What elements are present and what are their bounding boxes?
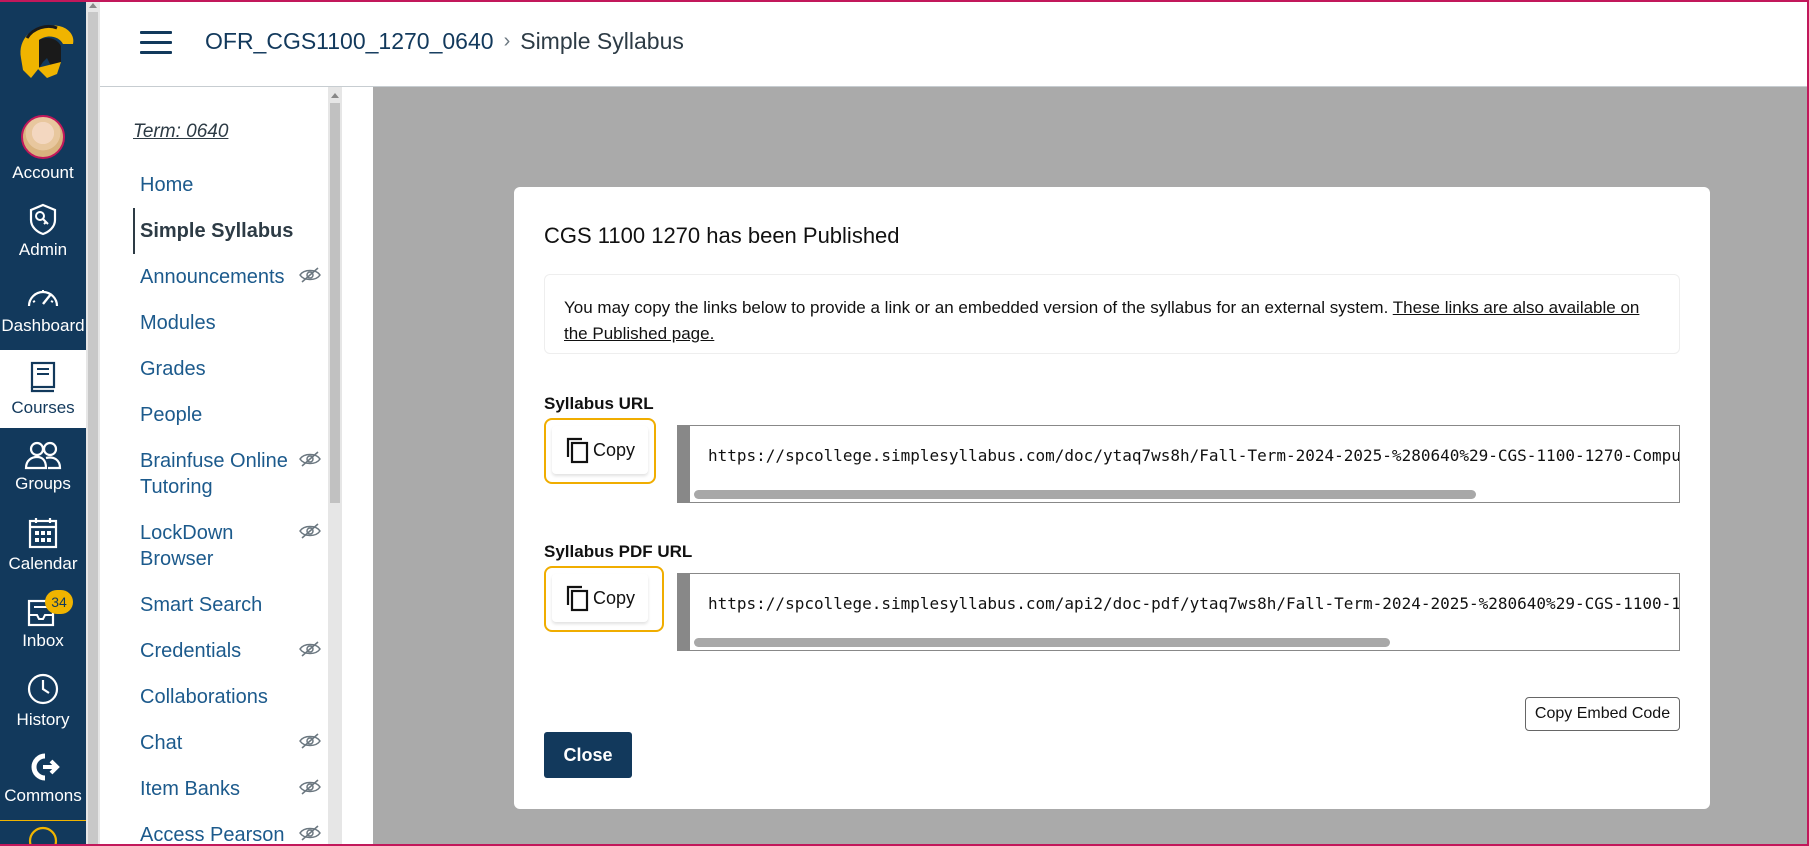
notice-box: You may copy the links below to provide … [544, 274, 1680, 354]
nav-groups-label: Groups [15, 474, 71, 493]
breadcrumb-separator-icon: › [503, 30, 511, 52]
nav-divider [0, 820, 86, 821]
nav-admin[interactable]: Admin [0, 192, 86, 270]
syllabus-url-field[interactable]: https://spcollege.simplesyllabus.com/doc… [677, 425, 1680, 503]
modal-backdrop[interactable]: CGS 1100 1270 has been Published You may… [373, 87, 1807, 844]
nav-account-label: Account [12, 163, 74, 182]
url-field-accent [678, 426, 690, 502]
course-nav-people[interactable]: People [140, 402, 315, 428]
course-nav-brainfuse[interactable]: Brainfuse Online Tutoring [140, 448, 295, 500]
copy-label: Copy [592, 587, 636, 608]
course-nav-grades[interactable]: Grades [140, 356, 315, 382]
course-nav-collaborations[interactable]: Collaborations [140, 684, 315, 710]
nav-account[interactable]: Account [0, 110, 86, 188]
course-nav-simple-syllabus[interactable]: Simple Syllabus [140, 218, 315, 244]
nav-commons[interactable]: Commons [0, 740, 86, 818]
hidden-eye-icon [299, 267, 321, 283]
people-icon [24, 441, 62, 470]
copy-icon [566, 437, 589, 464]
copy-button-face: Copy [552, 574, 648, 622]
syllabus-url-scrollbar[interactable] [694, 490, 1476, 499]
course-nav-item-banks[interactable]: Item Banks [140, 776, 315, 802]
url-field-accent [678, 574, 690, 650]
book-icon [30, 361, 56, 393]
page-scrollbar[interactable] [86, 0, 100, 846]
avatar [21, 115, 65, 159]
hidden-eye-icon [299, 733, 321, 749]
scroll-up-arrow-icon[interactable] [89, 3, 97, 8]
course-nav-announcements[interactable]: Announcements [140, 264, 315, 290]
hidden-eye-icon [299, 641, 321, 657]
nav-calendar[interactable]: Calendar [0, 506, 86, 584]
inbox-unread-badge: 34 [45, 590, 73, 614]
hamburger-menu-icon[interactable] [140, 31, 172, 55]
nav-courses-label: Courses [11, 398, 75, 417]
dialog-title: CGS 1100 1270 has been Published [544, 223, 900, 248]
term-label: Term: 0640 [133, 121, 229, 142]
pdf-url-label: Syllabus PDF URL [544, 542, 693, 561]
close-button[interactable]: Close [544, 732, 632, 778]
breadcrumb-current-page: Simple Syllabus [520, 28, 684, 54]
window-frame-top [0, 0, 1809, 2]
course-navigation: Term: 0640 Home Simple Syllabus Announce… [133, 87, 328, 846]
content-margin [342, 87, 373, 846]
calendar-icon [28, 518, 58, 549]
nav-history-label: History [16, 710, 70, 729]
course-nav-credentials[interactable]: Credentials [140, 638, 315, 664]
nav-calendar-label: Calendar [8, 554, 78, 573]
help-icon[interactable] [28, 826, 58, 846]
copy-icon [566, 585, 589, 612]
school-logo[interactable] [0, 8, 86, 98]
copy-pdf-url-button[interactable]: Copy [544, 566, 664, 632]
course-nav-home[interactable]: Home [140, 172, 315, 198]
page-header: OFR_CGS1100_1270_0640 › Simple Syllabus [100, 2, 1807, 87]
page-scrollbar-thumb[interactable] [88, 12, 98, 846]
notice-text: You may copy the links below to provide … [564, 298, 1393, 317]
nav-inbox-label: Inbox [22, 631, 64, 650]
shield-key-icon [29, 203, 57, 236]
nav-commons-label: Commons [4, 786, 82, 805]
syllabus-url-text: https://spcollege.simplesyllabus.com/doc… [708, 446, 1680, 465]
clock-icon [27, 673, 59, 705]
scroll-up-arrow-icon[interactable] [331, 93, 339, 98]
syllabus-url-label: Syllabus URL [544, 394, 654, 413]
nav-dashboard[interactable]: Dashboard [0, 270, 86, 348]
nav-inbox[interactable]: 34 Inbox [0, 584, 86, 662]
course-nav-chat[interactable]: Chat [140, 730, 315, 756]
copy-button-face: Copy [552, 426, 648, 474]
pdf-url-field[interactable]: https://spcollege.simplesyllabus.com/api… [677, 573, 1680, 651]
nav-history[interactable]: History [0, 662, 86, 740]
spartan-helmet-icon [20, 24, 74, 78]
copy-syllabus-url-button[interactable]: Copy [544, 418, 656, 484]
published-dialog: CGS 1100 1270 has been Published You may… [514, 187, 1710, 809]
hidden-eye-icon [299, 825, 321, 841]
pdf-url-scrollbar[interactable] [694, 638, 1390, 647]
course-nav-modules[interactable]: Modules [140, 310, 315, 336]
hidden-eye-icon [299, 523, 321, 539]
global-navigation: Account Admin Dashboard Courses Groups C… [0, 0, 86, 846]
pdf-url-text: https://spcollege.simplesyllabus.com/api… [708, 594, 1680, 613]
commons-icon [31, 753, 60, 781]
nav-admin-label: Admin [18, 240, 68, 259]
course-nav-access-pearson[interactable]: Access Pearson [140, 822, 315, 846]
course-nav-scrollbar[interactable] [328, 87, 342, 846]
breadcrumb: OFR_CGS1100_1270_0640 › Simple Syllabus [205, 28, 684, 55]
course-nav-smart-search[interactable]: Smart Search [140, 592, 315, 618]
hidden-eye-icon [299, 451, 321, 467]
copy-embed-code-button[interactable]: Copy Embed Code [1525, 697, 1680, 731]
nav-groups[interactable]: Groups [0, 428, 86, 506]
course-nav-scrollbar-thumb[interactable] [330, 103, 340, 503]
gauge-icon [27, 290, 59, 307]
nav-courses[interactable]: Courses [0, 350, 86, 428]
active-item-indicator [133, 208, 135, 254]
hidden-eye-icon [299, 779, 321, 795]
course-nav-lockdown-browser[interactable]: LockDown Browser [140, 520, 260, 572]
breadcrumb-course-link[interactable]: OFR_CGS1100_1270_0640 [205, 28, 494, 55]
nav-dashboard-label: Dashboard [1, 316, 85, 335]
copy-label: Copy [592, 439, 636, 460]
